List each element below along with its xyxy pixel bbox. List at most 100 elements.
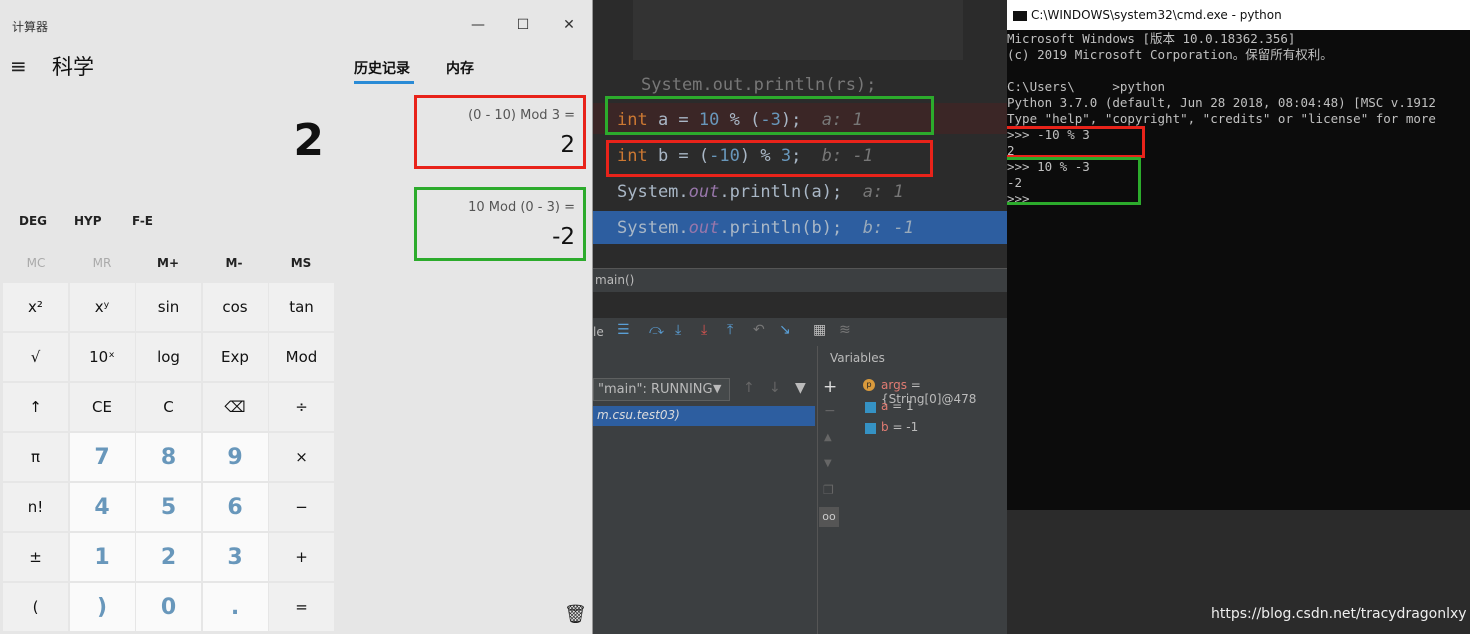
digit-5-key[interactable]: 5 [136,483,201,531]
decimal-key[interactable]: . [202,583,268,631]
clear-entry-key[interactable]: CE [69,383,135,431]
code-line-print-b: System.out.println(b); b: -1 [617,218,914,238]
down-arrow-icon[interactable]: ↓ [769,380,781,396]
digit-8-key[interactable]: 8 [136,433,201,481]
remove-watch-icon[interactable]: − [824,403,836,419]
shift-key[interactable]: ↑ [3,383,68,431]
history-item[interactable]: 10 Mod (0 - 3) = -2 [414,187,586,261]
history-expression: (0 - 10) Mod 3 = [468,108,575,123]
digit-3-key[interactable]: 3 [202,533,268,581]
up-arrow-icon[interactable]: ↑ [743,380,755,396]
backspace-key[interactable]: ⌫ [202,383,268,431]
inline-value-hint: a: 1 [862,182,904,202]
step-out-icon[interactable]: ⤒ [727,322,733,338]
fe-button[interactable]: F-E [132,214,153,228]
code-text: .println(a); [719,182,843,202]
step-into-icon[interactable]: ⤓ [675,322,681,338]
clear-key[interactable]: C [136,383,201,431]
highlight-box-green [605,96,934,135]
trace-icon[interactable]: ≋ [839,322,851,338]
code-line-print-a: System.out.println(a); a: 1 [617,182,904,202]
minus-key[interactable]: − [269,483,334,531]
variable-name: args [881,378,907,392]
negate-key[interactable]: ± [3,533,68,581]
move-down-icon[interactable]: ▼ [824,458,832,469]
close-button[interactable]: ✕ [546,8,592,42]
move-up-icon[interactable]: ▲ [824,432,832,443]
run-to-cursor-icon[interactable]: ↘ [779,322,791,338]
open-paren-key[interactable]: ( [3,583,68,631]
x-power-y-key[interactable]: xʸ [69,283,135,331]
evaluate-icon[interactable]: ▦ [813,322,826,338]
log-key[interactable]: log [136,333,201,381]
sin-key[interactable]: sin [136,283,201,331]
cmd-line: (c) 2019 Microsoft Corporation。保留所有权利。 [1007,47,1333,62]
tab-history[interactable]: 历史记录 [354,58,410,78]
result-display: 2 [293,115,324,166]
variable-value: = 1 [888,399,914,413]
primitive-icon [865,423,876,434]
chevron-down-icon[interactable]: ▼ [713,382,721,395]
ms-button[interactable]: MS [268,256,334,270]
filter-icon[interactable]: ▼ [795,380,806,396]
mc-button[interactable]: MC [3,256,69,270]
digit-2-key[interactable]: 2 [136,533,201,581]
mr-button[interactable]: MR [69,256,135,270]
stack-frame[interactable]: m.csu.test03) [593,406,815,426]
close-paren-key[interactable]: ) [69,583,135,631]
m-minus-button[interactable]: M- [201,256,267,270]
hamburger-menu-icon[interactable]: ≡ [10,54,27,78]
digit-9-key[interactable]: 9 [202,433,268,481]
add-watch-icon[interactable]: + [823,377,837,397]
divide-key[interactable]: ÷ [269,383,334,431]
active-tab-indicator [354,81,414,84]
digit-4-key[interactable]: 4 [69,483,135,531]
square-root-key[interactable]: √ [3,333,68,381]
minimize-button[interactable]: — [455,8,501,42]
highlight-box-green [1007,157,1141,205]
history-item[interactable]: (0 - 10) Mod 3 = 2 [414,95,586,169]
tan-key[interactable]: tan [269,283,334,331]
hyp-button[interactable]: HYP [74,214,102,228]
inline-value-hint: b: -1 [862,218,914,238]
ten-power-x-key[interactable]: 10ˣ [69,333,135,381]
step-over-icon[interactable]: ⤼ [649,322,664,338]
variable-row[interactable]: a = 1 [881,399,914,413]
show-watches-icon[interactable]: oo [819,507,839,527]
deg-button[interactable]: DEG [19,214,47,228]
multiply-key[interactable]: × [269,433,334,481]
cos-key[interactable]: cos [202,283,268,331]
digit-0-key[interactable]: 0 [136,583,201,631]
digit-6-key[interactable]: 6 [202,483,268,531]
tab-memory[interactable]: 内存 [446,58,474,78]
trash-icon[interactable]: 🗑 [564,604,587,625]
variable-row[interactable]: b = -1 [881,420,918,434]
plus-key[interactable]: + [269,533,334,581]
digit-7-key[interactable]: 7 [69,433,135,481]
highlight-box-red [606,140,933,177]
exp-key[interactable]: Exp [202,333,268,381]
x-squared-key[interactable]: x² [3,283,68,331]
cmd-line: C:\Users\ >python [1007,79,1166,94]
breadcrumb[interactable]: main() [593,268,1007,292]
calculator-mode-title: 科学 [52,55,94,79]
pi-key[interactable]: π [3,433,68,481]
copy-icon[interactable]: ❐ [823,483,834,497]
calculator-window: 计算器 — ☐ ✕ ≡ 科学 2 历史记录 内存 (0 - 10) Mod 3 … [0,0,593,634]
force-step-into-icon[interactable]: ⤓ [701,322,707,338]
factorial-key[interactable]: n! [3,483,68,531]
primitive-icon [865,402,876,413]
thread-select[interactable]: "main": RUNNING [593,378,730,401]
frames-icon[interactable]: ☰ [617,322,630,338]
equals-key[interactable]: = [269,583,334,631]
m-plus-button[interactable]: M+ [135,256,201,270]
watermark: https://blog.csdn.net/tracydragonlxy [1211,606,1467,622]
highlight-box-red [1007,126,1145,158]
window-title: 计算器 [12,20,49,34]
mod-key[interactable]: Mod [269,333,334,381]
drop-frame-icon[interactable]: ↶ [753,322,765,338]
maximize-button[interactable]: ☐ [500,8,546,42]
cmd-window: C:\WINDOWS\system32\cmd.exe - python Mic… [1007,0,1470,510]
cmd-icon [1013,10,1027,21]
digit-1-key[interactable]: 1 [69,533,135,581]
